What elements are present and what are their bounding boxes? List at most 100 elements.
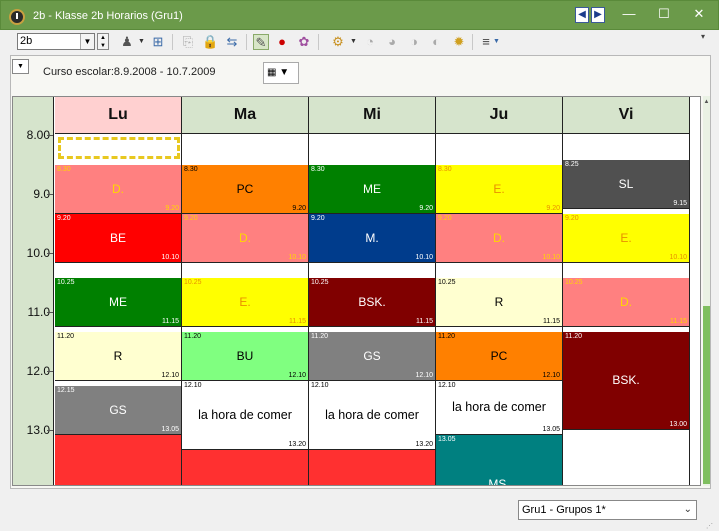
close-icon[interactable]: ✕ [684, 4, 714, 24]
lock-icon[interactable]: 🔒 [202, 34, 218, 50]
lesson-block[interactable]: 9.20 10.10 BE [55, 213, 181, 263]
class-spinner[interactable]: ▲ ▼ [97, 33, 109, 50]
lesson-block[interactable]: 13.0514.45MS. [436, 434, 562, 485]
lesson-name: la hora de comer [325, 407, 419, 422]
lesson-name: D. [620, 294, 632, 309]
day-header-ma[interactable]: Ma [182, 97, 309, 134]
lesson-block[interactable]: 10.25 11.15 R [436, 277, 562, 327]
toolbar-separator [472, 34, 473, 50]
lesson-start-time: 9.20 [184, 214, 198, 222]
lesson-block[interactable]: 11.20 12.10 BU [182, 331, 308, 381]
lesson-block[interactable]: 8.25 9.15 SL [563, 159, 689, 209]
lesson-block[interactable]: 11.20 13.00 BSK. [563, 331, 689, 430]
lesson-name: E. [620, 230, 632, 245]
lesson-start-time: 8.30 [438, 165, 452, 173]
previous-arrow-icon[interactable]: ◀ [575, 7, 589, 23]
time-tick [47, 194, 53, 195]
lesson-block[interactable]: 8.30 9.20 D. [55, 164, 181, 214]
lesson-block[interactable]: 12.10 13.05 la hora de comer [436, 380, 562, 435]
collapse-arrow-icon[interactable]: ▼ [12, 59, 29, 74]
day-header-ju[interactable]: Ju [436, 97, 563, 134]
timetable-grid: 8.00 9.0 10.0 11.0 12.0 13.0 Lu 8.30 9.20 D. 9.20… [12, 96, 701, 486]
lesson-block[interactable]: 10.25 11.15 E. [182, 277, 308, 327]
lesson-block[interactable]: 8.30 9.20 E. [436, 164, 562, 214]
selected-cell[interactable] [58, 137, 180, 159]
grid-layout-icon[interactable]: ⊞ [150, 34, 166, 50]
time-tick [47, 312, 53, 313]
day-column-vi: 8.25 9.15 SL 9.20 10.10 E. 10.25 11.15 D. 11.20 13… [563, 134, 690, 485]
lesson-block[interactable]: 12.15 13.05 GS [55, 385, 181, 435]
lesson-start-time: 11.20 [438, 332, 455, 340]
lesson-block[interactable]: 9.20 10.10 D. [436, 213, 562, 263]
lesson-block[interactable]: 11.20 12.10 R [55, 331, 181, 381]
next-arrow-icon[interactable]: ▶ [591, 7, 605, 23]
lesson-block[interactable]: 10.25 11.15 BSK. [309, 277, 435, 327]
pin-icon[interactable]: ● [274, 34, 290, 50]
clock-swap-icon[interactable]: ◑ [406, 34, 422, 50]
copy-icon[interactable]: ⎘ [180, 34, 196, 50]
lesson-start-time: 9.20 [311, 214, 325, 222]
day-header-mi[interactable]: Mi [309, 97, 436, 134]
lesson-block[interactable]: 9.20 10.10 E. [563, 213, 689, 263]
lesson-name: E. [493, 181, 505, 196]
lesson-end-time: 9.20 [419, 204, 433, 212]
day-column-lu: 8.30 9.20 D. 9.20 10.10 BE 10.25 11.15 ME 11.20 12… [55, 134, 182, 485]
lesson-block[interactable]: 12.10 13.20 la hora de comer [309, 380, 435, 450]
lesson-start-time: 11.20 [565, 332, 582, 340]
time-tick [47, 135, 53, 136]
toolbar-overflow-icon[interactable]: ▾ [701, 32, 709, 50]
group-select[interactable]: Gru1 - Grupos 1* ⌄ [518, 500, 697, 520]
maximize-icon[interactable]: ☐ [649, 4, 679, 24]
lesson-start-time: 10.25 [184, 278, 202, 286]
calendar-icon: ▦ [267, 67, 277, 78]
lesson-start-time: 12.10 [438, 381, 456, 389]
lesson-block[interactable]: 10.25 11.15 ME [55, 277, 181, 327]
lesson-block[interactable] [55, 434, 181, 485]
toolbar-separator [172, 34, 173, 50]
lesson-name: BSK. [358, 294, 386, 309]
swap-icon[interactable]: ⇆ [224, 34, 240, 50]
minimize-icon[interactable]: — [614, 4, 644, 24]
menu-dropdown-icon[interactable]: ▼ [493, 34, 500, 50]
clock-delete-icon[interactable]: ◐ [428, 34, 444, 50]
lesson-block[interactable] [182, 449, 308, 485]
lesson-block[interactable]: 11.20 12.10 GS [309, 331, 435, 381]
lesson-end-time: 9.20 [546, 204, 560, 212]
toolbar: 2b ▼ ▲ ▼ ♟ ▼ ⊞ ⎘ 🔒 ⇆ ✎ ● ✿ ⚙ ▼ ◔ ◕ ◑ ◐ ✹ … [10, 30, 709, 54]
lesson-start-time: 11.20 [57, 332, 74, 340]
lesson-start-time: 9.20 [57, 214, 71, 222]
resize-grip-icon[interactable]: ⋰ [706, 522, 716, 530]
clock-forward-icon[interactable]: ◕ [384, 34, 400, 50]
day-column-mi: 8.30 9.20 ME 9.20 10.10 M. 10.25 11.15 BSK. 11.20… [309, 134, 436, 485]
edit-wand-icon[interactable]: ✎ [253, 34, 269, 50]
lesson-name: BE [109, 230, 126, 245]
chevron-down-icon[interactable]: ▼ [80, 34, 94, 49]
lesson-block[interactable]: 10.25 11.15 D. [563, 277, 689, 327]
day-header-vi[interactable]: Vi [563, 97, 690, 134]
teachers-dropdown-icon[interactable]: ▼ [138, 34, 145, 50]
lesson-name: D. [112, 181, 124, 196]
lesson-block[interactable]: 11.20 12.10 PC [436, 331, 562, 381]
lesson-block[interactable] [309, 449, 435, 485]
lesson-block[interactable]: 9.20 10.10 D. [182, 213, 308, 263]
gear-icon[interactable]: ✹ [451, 34, 467, 50]
class-select[interactable]: 2b ▼ [17, 33, 95, 50]
time-tick [47, 371, 53, 372]
scroll-up-icon[interactable]: ▲ [703, 96, 710, 108]
vertical-scrollbar[interactable]: ▲ [703, 96, 710, 486]
menu-lines-icon[interactable]: ≡ [478, 34, 494, 50]
lesson-block[interactable]: 8.30 9.20 ME [309, 164, 435, 214]
timetable-panel: ▼ Curso escolar:8.9.2008 - 10.7.2009 ▦ ▼… [10, 55, 711, 489]
lesson-block[interactable]: 8.30 9.20 PC [182, 164, 308, 214]
calendar-button[interactable]: ▦ ▼ [263, 62, 299, 84]
clock-back-icon[interactable]: ◔ [362, 34, 378, 50]
lesson-block[interactable]: 12.10 13.20 la hora de comer [182, 380, 308, 450]
links-icon[interactable]: ✿ [296, 34, 312, 50]
lesson-name: GS [109, 402, 127, 417]
scroll-thumb[interactable] [703, 306, 710, 484]
teachers-icon[interactable]: ♟ [119, 34, 135, 50]
lesson-block[interactable]: 9.20 10.10 M. [309, 213, 435, 263]
settings-icon[interactable]: ⚙ [330, 34, 346, 50]
day-header-lu[interactable]: Lu [55, 97, 182, 134]
settings-dropdown-icon[interactable]: ▼ [350, 34, 357, 50]
